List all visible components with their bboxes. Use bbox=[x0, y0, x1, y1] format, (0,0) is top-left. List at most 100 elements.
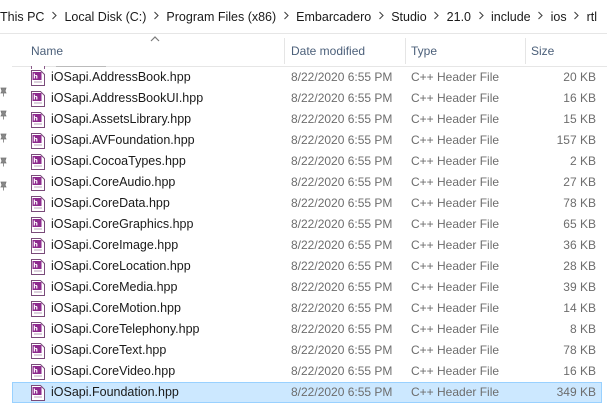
file-size: 78 KB bbox=[563, 196, 596, 210]
file-row[interactable]: h iOSapi.CoreLocation.hpp 8/22/2020 6:55 P… bbox=[12, 256, 602, 277]
column-divider[interactable] bbox=[284, 38, 285, 64]
file-row[interactable]: h iOSapi.CoreAudio.hpp 8/22/2020 6:55 PM C+… bbox=[12, 172, 602, 193]
file-row[interactable]: h iOSapi.CoreData.hpp 8/22/2020 6:55 PM C++… bbox=[12, 193, 602, 214]
file-type: C++ Header File bbox=[411, 217, 500, 231]
svg-text:h: h bbox=[33, 325, 38, 333]
svg-text:h: h bbox=[33, 262, 38, 270]
breadcrumb-item[interactable]: Program Files (x86) bbox=[164, 10, 278, 24]
chevron-right-icon[interactable] bbox=[533, 11, 549, 23]
file-name: iOSapi.CoreVideo.hpp bbox=[51, 364, 176, 378]
chevron-right-icon[interactable] bbox=[148, 11, 164, 23]
file-date-modified: 8/22/2020 6:55 PM bbox=[291, 133, 393, 147]
pin-icon[interactable] bbox=[0, 180, 7, 191]
chevron-right-icon[interactable] bbox=[473, 11, 489, 23]
svg-text:h: h bbox=[33, 346, 38, 354]
column-header-type[interactable]: Type bbox=[411, 34, 526, 66]
file-row[interactable]: h iOSapi.AddressBook.hpp 8/22/2020 6:55 PM… bbox=[12, 67, 602, 88]
column-header-size[interactable]: Size bbox=[531, 34, 601, 66]
file-name: iOSapi.AddressBookUI.hpp bbox=[51, 91, 204, 105]
file-row[interactable]: h iOSapi.CoreTelephony.hpp 8/22/2020 6:55 … bbox=[12, 319, 602, 340]
quick-access-pins bbox=[0, 34, 12, 411]
file-row[interactable]: h iOSapi.CoreImage.hpp 8/22/2020 6:55 PM C+… bbox=[12, 235, 602, 256]
breadcrumb-item[interactable]: Embarcadero bbox=[294, 10, 373, 24]
file-name: iOSapi.CoreMedia.hpp bbox=[51, 280, 178, 294]
svg-text:h: h bbox=[33, 178, 38, 186]
file-type: C++ Header File bbox=[411, 196, 500, 210]
file-name: iOSapi.AVFoundation.hpp bbox=[51, 133, 195, 147]
cpp-header-file-icon: h bbox=[31, 322, 45, 338]
file-name: iOSapi.AddressBook.hpp bbox=[51, 70, 191, 84]
breadcrumb-item[interactable]: ios bbox=[549, 10, 569, 24]
file-name: iOSapi.CocoaTypes.hpp bbox=[51, 154, 186, 168]
file-type: C++ Header File bbox=[411, 259, 500, 273]
file-name: iOSapi.AssetsLibrary.hpp bbox=[51, 112, 192, 126]
pin-icon[interactable] bbox=[0, 132, 7, 143]
file-type: C++ Header File bbox=[411, 91, 500, 105]
cpp-header-file-icon: h bbox=[31, 259, 45, 275]
file-size: 65 KB bbox=[563, 217, 596, 231]
file-type: C++ Header File bbox=[411, 112, 500, 126]
file-row[interactable]: h iOSapi.AVFoundation.hpp 8/22/2020 6:55 P… bbox=[12, 130, 602, 151]
file-row[interactable]: h iOSapi.CoreMotion.hpp 8/22/2020 6:55 PM C… bbox=[12, 298, 602, 319]
file-row[interactable]: h iOSapi.AssetsLibrary.hpp 8/22/2020 6:55 … bbox=[12, 109, 602, 130]
chevron-right-icon[interactable] bbox=[569, 11, 585, 23]
file-size: 28 KB bbox=[563, 259, 596, 273]
file-type: C++ Header File bbox=[411, 385, 500, 399]
column-header-date-modified[interactable]: Date modified bbox=[291, 34, 406, 66]
svg-text:h: h bbox=[33, 388, 38, 396]
file-type: C++ Header File bbox=[411, 301, 500, 315]
cpp-header-file-icon: h bbox=[31, 217, 45, 233]
cpp-header-file-icon: h bbox=[31, 154, 45, 170]
cpp-header-file-icon: h bbox=[31, 364, 45, 380]
chevron-right-icon[interactable] bbox=[429, 11, 445, 23]
file-date-modified: 8/22/2020 6:55 PM bbox=[291, 301, 393, 315]
chevron-right-icon[interactable] bbox=[46, 11, 62, 23]
file-size: 20 KB bbox=[563, 70, 596, 84]
svg-text:h: h bbox=[33, 304, 38, 312]
file-size: 15 KB bbox=[563, 112, 596, 126]
cpp-header-file-icon: h bbox=[31, 112, 45, 128]
file-size: 2 KB bbox=[569, 154, 596, 168]
file-row[interactable]: h iOSapi.CocoaTypes.hpp 8/22/2020 6:55 PM C… bbox=[12, 151, 602, 172]
file-date-modified: 8/22/2020 6:55 PM bbox=[291, 91, 393, 105]
file-name: iOSapi.CoreMotion.hpp bbox=[51, 301, 181, 315]
cpp-header-file-icon: h bbox=[31, 280, 45, 296]
svg-text:h: h bbox=[33, 367, 38, 375]
chevron-right-icon[interactable] bbox=[278, 11, 294, 23]
svg-text:h: h bbox=[33, 199, 38, 207]
file-type: C++ Header File bbox=[411, 322, 500, 336]
cpp-header-file-icon: h bbox=[31, 70, 45, 86]
breadcrumb-item[interactable]: include bbox=[489, 10, 533, 24]
column-divider[interactable] bbox=[525, 38, 526, 64]
pin-icon[interactable] bbox=[0, 86, 7, 97]
breadcrumb: This PC Local Disk (C:) Program Files (x86… bbox=[0, 0, 607, 34]
file-row[interactable]: h iOSapi.CoreGraphics.hpp 8/22/2020 6:55 P… bbox=[12, 214, 602, 235]
file-type: C++ Header File bbox=[411, 175, 500, 189]
file-date-modified: 8/22/2020 6:55 PM bbox=[291, 175, 393, 189]
pin-icon[interactable] bbox=[0, 156, 7, 167]
file-row[interactable]: h iOSapi.Foundation.hpp 8/22/2020 6:55 PM C… bbox=[12, 382, 602, 403]
file-row[interactable]: h iOSapi.CoreVideo.hpp 8/22/2020 6:55 PM C+… bbox=[12, 361, 602, 382]
breadcrumb-item[interactable]: Studio bbox=[389, 10, 428, 24]
svg-text:h: h bbox=[33, 241, 38, 249]
file-type: C++ Header File bbox=[411, 280, 500, 294]
breadcrumb-item[interactable]: This PC bbox=[0, 10, 46, 24]
chevron-right-icon[interactable] bbox=[373, 11, 389, 23]
breadcrumb-item[interactable]: 21.0 bbox=[445, 10, 473, 24]
breadcrumb-item[interactable]: rtl bbox=[585, 10, 599, 24]
breadcrumb-item[interactable]: Local Disk (C:) bbox=[62, 10, 148, 24]
file-type: C++ Header File bbox=[411, 238, 500, 252]
file-row[interactable]: h iOSapi.CoreMedia.hpp 8/22/2020 6:55 PM C+… bbox=[12, 277, 602, 298]
file-row[interactable]: h iOSapi.AddressBookUI.hpp 8/22/2020 6:55 … bbox=[12, 88, 602, 109]
file-type: C++ Header File bbox=[411, 364, 500, 378]
file-type: C++ Header File bbox=[411, 343, 500, 357]
file-name: iOSapi.CoreTelephony.hpp bbox=[51, 322, 200, 336]
svg-text:h: h bbox=[33, 136, 38, 144]
pin-icon[interactable] bbox=[0, 109, 7, 120]
file-row[interactable]: h iOSapi.CoreText.hpp 8/22/2020 6:55 PM C++… bbox=[12, 340, 602, 361]
column-header-name[interactable]: Name bbox=[31, 34, 286, 66]
file-name: iOSapi.CoreAudio.hpp bbox=[51, 175, 176, 189]
file-date-modified: 8/22/2020 6:55 PM bbox=[291, 364, 393, 378]
file-date-modified: 8/22/2020 6:55 PM bbox=[291, 259, 393, 273]
column-divider[interactable] bbox=[405, 38, 406, 64]
